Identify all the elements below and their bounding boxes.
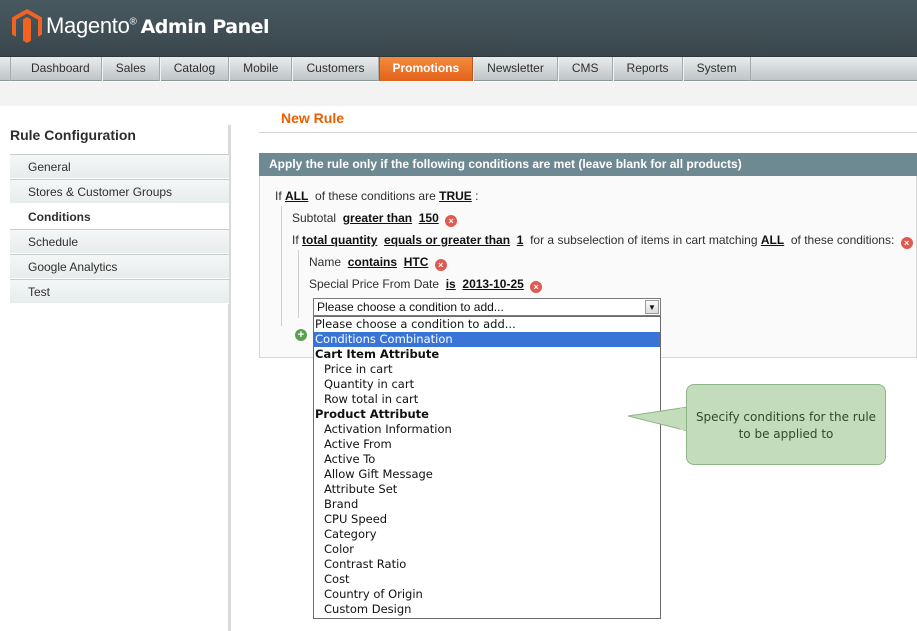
- admin-header: Magento® Admin Panel: [0, 0, 917, 56]
- subtotal-value-link[interactable]: 150: [419, 211, 439, 225]
- title-divider: [259, 132, 917, 133]
- subselect-operator-link[interactable]: equals or greater than: [384, 233, 510, 247]
- dropdown-optgroup: Cart Item Attribute: [315, 347, 440, 361]
- root-condition: If ALL of these conditions are TRUE :: [275, 189, 478, 203]
- nav-catalog[interactable]: Catalog: [159, 57, 230, 81]
- select-value: Please choose a condition to add...: [317, 300, 504, 314]
- remove-circle-icon[interactable]: ×: [445, 215, 458, 227]
- name-attr: Name: [309, 255, 342, 269]
- subselect-end-label: of these conditions:: [790, 233, 895, 247]
- dropdown-option[interactable]: Quantity in cart: [314, 377, 660, 392]
- nav-substrip: [0, 82, 917, 106]
- dropdown-option[interactable]: Attribute Set: [314, 482, 660, 497]
- nav-reports[interactable]: Reports: [612, 57, 683, 81]
- dropdown-option[interactable]: Category: [314, 527, 660, 542]
- subselect-condition: If total quantity equals or greater than…: [292, 233, 913, 249]
- special-price-condition: Special Price From Date is 2013-10-25 ×: [309, 277, 543, 293]
- nav-system[interactable]: System: [682, 57, 751, 81]
- dropdown-option[interactable]: Brand: [314, 497, 660, 512]
- dropdown-option[interactable]: CPU Speed: [314, 512, 660, 527]
- root-aggregator-link[interactable]: ALL: [285, 189, 308, 203]
- dropdown-option[interactable]: Contrast Ratio: [314, 557, 660, 572]
- dropdown-optgroup: Product Attribute: [315, 407, 429, 421]
- chevron-down-icon[interactable]: ▼: [645, 300, 659, 314]
- brand-name: Magento: [46, 13, 130, 38]
- root-value-link[interactable]: TRUE: [439, 189, 472, 203]
- page-title: New Rule: [281, 110, 345, 126]
- trademark: ®: [129, 16, 137, 28]
- root-mid-label: of these conditions are: [315, 189, 436, 203]
- callout-line-1: Specify conditions for the rule: [695, 410, 877, 424]
- fieldset-header: Apply the rule only if the following con…: [259, 153, 917, 176]
- dropdown-option[interactable]: Active From: [314, 437, 660, 452]
- dropdown-option[interactable]: Row total in cart: [314, 392, 660, 407]
- subselect-mid-label: for a subselection of items in cart matc…: [530, 233, 758, 247]
- remove-circle-icon[interactable]: ×: [900, 237, 913, 249]
- tab-general[interactable]: General: [10, 154, 229, 179]
- special-price-operator-link[interactable]: is: [446, 277, 456, 291]
- remove-circle-icon[interactable]: ×: [434, 259, 447, 271]
- subselect-if-label: If: [292, 233, 299, 247]
- root-colon: :: [475, 189, 479, 203]
- condition-dropdown-list: Please choose a condition to add... Cond…: [313, 316, 661, 619]
- nav-dashboard[interactable]: Dashboard: [10, 57, 102, 81]
- magento-logo-icon[interactable]: [12, 9, 42, 43]
- subselect-value-link[interactable]: 1: [517, 233, 524, 247]
- subselect-aggregator-link[interactable]: ALL: [761, 233, 784, 247]
- nav-mobile[interactable]: Mobile: [229, 57, 293, 81]
- name-operator-link[interactable]: contains: [348, 255, 397, 269]
- dropdown-option[interactable]: Country of Origin: [314, 587, 660, 602]
- nav-cms[interactable]: CMS: [557, 57, 613, 81]
- tree-line-nested: [298, 250, 299, 318]
- nav-sales[interactable]: Sales: [101, 57, 160, 81]
- dropdown-option[interactable]: Price in cart: [314, 362, 660, 377]
- name-condition: Name contains HTC ×: [309, 255, 447, 271]
- special-price-value-link[interactable]: 2013-10-25: [462, 277, 523, 291]
- dropdown-option[interactable]: Custom Design: [314, 602, 660, 617]
- add-circle-icon[interactable]: +: [295, 329, 307, 341]
- dropdown-option[interactable]: Activation Information: [314, 422, 660, 437]
- nav-promotions[interactable]: Promotions: [378, 57, 474, 81]
- dropdown-option-selected[interactable]: Conditions Combination: [314, 332, 660, 347]
- sidebar-title: Rule Configuration: [10, 127, 136, 143]
- dropdown-option[interactable]: Color: [314, 542, 660, 557]
- tree-line: [281, 206, 282, 326]
- nav-newsletter[interactable]: Newsletter: [473, 57, 558, 81]
- tab-stores-customer-groups[interactable]: Stores & Customer Groups: [10, 179, 229, 204]
- tab-schedule[interactable]: Schedule: [10, 229, 229, 254]
- brand-title: Magento® Admin Panel: [46, 13, 270, 39]
- callout-line-2: to be applied to: [738, 427, 834, 441]
- callout-pointer: [627, 406, 689, 432]
- remove-circle-icon[interactable]: ×: [530, 281, 543, 293]
- tab-conditions[interactable]: Conditions: [10, 204, 229, 229]
- subtotal-operator-link[interactable]: greater than: [343, 211, 412, 225]
- sidebar-tabs: General Stores & Customer Groups Conditi…: [10, 154, 229, 304]
- dropdown-option[interactable]: Active To: [314, 452, 660, 467]
- help-callout: Specify conditions for the rule to be ap…: [686, 384, 886, 465]
- dropdown-option[interactable]: Please choose a condition to add...: [314, 317, 660, 332]
- special-price-attr: Special Price From Date: [309, 277, 440, 291]
- subtotal-attr: Subtotal: [292, 211, 337, 225]
- dropdown-option[interactable]: Allow Gift Message: [314, 467, 660, 482]
- tab-google-analytics[interactable]: Google Analytics: [10, 254, 229, 279]
- name-value-link[interactable]: HTC: [404, 255, 429, 269]
- nav-customers[interactable]: Customers: [292, 57, 379, 81]
- tab-test[interactable]: Test: [10, 279, 229, 304]
- brand-subtitle: Admin Panel: [140, 16, 270, 38]
- subtotal-condition: Subtotal greater than 150 ×: [292, 211, 458, 227]
- subselect-attr-link[interactable]: total quantity: [302, 233, 377, 247]
- new-condition-select[interactable]: Please choose a condition to add... ▼: [313, 298, 661, 316]
- dropdown-option[interactable]: Cost: [314, 572, 660, 587]
- root-if-label: If: [275, 189, 282, 203]
- main-nav: Dashboard Sales Catalog Mobile Customers…: [0, 56, 917, 81]
